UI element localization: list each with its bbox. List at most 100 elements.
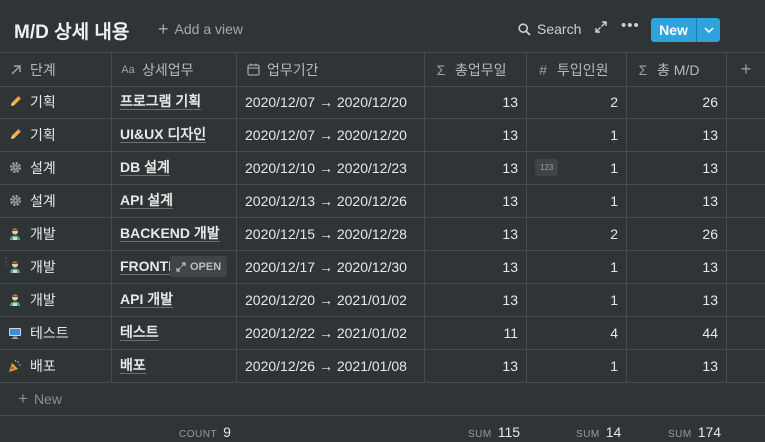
task-cell[interactable]: BACKEND 개발 (112, 217, 237, 250)
table-row[interactable]: 테스트 테스트 2020/12/22 → 2021/01/02 11 4 44 (0, 316, 765, 350)
table-row[interactable]: 개발 BACKEND 개발 2020/12/15 → 2020/12/28 13 2 26 (0, 217, 765, 251)
task-title[interactable]: DB 설계 (120, 159, 170, 176)
period-cell[interactable]: 2020/12/15 → 2020/12/28 (237, 217, 425, 250)
stage-cell[interactable]: 개발 (0, 250, 112, 283)
count-aggregate[interactable]: COUNT 9 (179, 424, 231, 440)
period-cell[interactable]: 2020/12/13 → 2020/12/26 (237, 184, 425, 217)
task-cell[interactable]: UI&UX 디자인 (112, 118, 237, 151)
total-md-cell[interactable]: 13 (627, 283, 727, 316)
column-header-stage[interactable]: 단계 (0, 53, 112, 86)
period-cell[interactable]: 2020/12/17 → 2020/12/30 (237, 250, 425, 283)
total-md-cell[interactable]: 13 (627, 184, 727, 217)
add-view-button[interactable]: + Add a view (158, 20, 243, 38)
period-cell[interactable]: 2020/12/07 → 2020/12/20 (237, 85, 425, 118)
people-cell[interactable]: 2 (527, 217, 627, 250)
period-cell[interactable]: 2020/12/20 → 2021/01/02 (237, 283, 425, 316)
column-header-period[interactable]: 업무기간 (237, 53, 425, 86)
open-row-button[interactable]: OPEN (170, 256, 228, 277)
total-days-cell[interactable]: 11 (425, 316, 527, 349)
total-days-cell[interactable]: 13 (425, 151, 527, 184)
table-row[interactable]: 개발 FRONTI OPEN 2020/12/17 → 2020/12/30 13 1 13 (0, 250, 765, 284)
table-row[interactable]: 기획 UI&UX 디자인 2020/12/07 → 2020/12/20 13 1 13 (0, 118, 765, 152)
total-days-cell[interactable]: 13 (425, 283, 527, 316)
column-header-total-days[interactable]: Σ 총업무일 (425, 53, 527, 86)
table-row[interactable]: 배포 배포 2020/12/26 → 2021/01/08 13 1 13 (0, 349, 765, 383)
total-days-value: 13 (502, 192, 518, 209)
task-title[interactable]: API 설계 (120, 192, 173, 209)
sum-people[interactable]: SUM 14 (576, 424, 621, 440)
total-days-cell[interactable]: 13 (425, 118, 527, 151)
people-cell[interactable]: 4 (527, 316, 627, 349)
task-title[interactable]: API 개발 (120, 291, 173, 308)
total-md-cell[interactable]: 26 (627, 85, 727, 118)
drag-handle-icon[interactable]: ⋮ (1, 258, 11, 268)
arrow-up-right-icon (8, 62, 24, 78)
task-title[interactable]: FRONTI (120, 258, 173, 275)
new-button[interactable]: New (651, 18, 720, 42)
more-options-icon[interactable]: ••• (621, 17, 640, 34)
chevron-down-icon[interactable] (697, 18, 720, 42)
people-cell[interactable]: 1 (527, 349, 627, 382)
task-cell[interactable]: 배포 (112, 349, 237, 382)
people-cell[interactable]: 1 (527, 283, 627, 316)
empty-cell (727, 217, 765, 250)
column-header-people[interactable]: # 투입인원 (527, 53, 627, 86)
period-value: 2020/12/13 → 2020/12/26 (245, 192, 407, 209)
task-title[interactable]: 테스트 (120, 324, 159, 341)
period-cell[interactable]: 2020/12/07 → 2020/12/20 (237, 118, 425, 151)
people-cell[interactable]: 2 (527, 85, 627, 118)
expand-icon[interactable] (594, 20, 608, 34)
add-column-button[interactable]: + (727, 53, 765, 86)
plus-icon: + (18, 389, 28, 408)
count-key: COUNT (179, 429, 218, 440)
stage-cell[interactable]: 개발 (0, 283, 112, 316)
stage-cell[interactable]: 배포 (0, 349, 112, 382)
people-cell[interactable]: 1 (527, 118, 627, 151)
people-cell[interactable]: 1 (527, 250, 627, 283)
task-title[interactable]: 프로그램 기획 (120, 93, 202, 110)
stage-cell[interactable]: 설계 (0, 184, 112, 217)
table-row[interactable]: 기획 프로그램 기획 2020/12/07 → 2020/12/20 13 2 26 (0, 85, 765, 119)
people-cell[interactable]: 1 (527, 184, 627, 217)
stage-cell[interactable]: 개발 (0, 217, 112, 250)
search-button[interactable]: Search (518, 21, 581, 37)
table-row[interactable]: 설계 API 설계 2020/12/13 → 2020/12/26 13 1 13 (0, 184, 765, 218)
task-cell[interactable]: API 설계 (112, 184, 237, 217)
stage-cell[interactable]: 설계 (0, 151, 112, 184)
stage-cell[interactable]: 기획 (0, 118, 112, 151)
column-header-total-md[interactable]: Σ 총 M/D (627, 53, 727, 86)
total-days-cell[interactable]: 13 (425, 349, 527, 382)
sum-total-days[interactable]: SUM 115 (468, 424, 520, 440)
empty-cell (727, 316, 765, 349)
stage-cell[interactable]: 테스트 (0, 316, 112, 349)
total-days-cell[interactable]: 13 (425, 250, 527, 283)
table-row[interactable]: 개발 API 개발 2020/12/20 → 2021/01/02 13 1 13 (0, 283, 765, 317)
new-row-button[interactable]: + New (0, 383, 765, 416)
total-md-cell[interactable]: 13 (627, 250, 727, 283)
total-md-cell[interactable]: 13 (627, 151, 727, 184)
table-row[interactable]: 설계 DB 설계 2020/12/10 → 2020/12/23 13 1 123 13 (0, 151, 765, 185)
task-title[interactable]: 배포 (120, 357, 146, 374)
task-cell[interactable]: 테스트 (112, 316, 237, 349)
total-md-cell[interactable]: 13 (627, 349, 727, 382)
column-header-task[interactable]: Aa 상세업무 (112, 53, 237, 86)
total-md-value: 13 (702, 159, 718, 176)
task-title[interactable]: BACKEND 개발 (120, 225, 220, 242)
task-cell[interactable]: 프로그램 기획 (112, 85, 237, 118)
number-format-badge[interactable]: 123 (535, 159, 559, 176)
total-md-cell[interactable]: 44 (627, 316, 727, 349)
period-cell[interactable]: 2020/12/22 → 2021/01/02 (237, 316, 425, 349)
total-days-cell[interactable]: 13 (425, 217, 527, 250)
total-days-cell[interactable]: 13 (425, 184, 527, 217)
stage-cell[interactable]: 기획 (0, 85, 112, 118)
sum-total-md[interactable]: SUM 174 (668, 424, 721, 440)
total-md-cell[interactable]: 26 (627, 217, 727, 250)
period-cell[interactable]: 2020/12/10 → 2020/12/23 (237, 151, 425, 184)
task-cell[interactable]: API 개발 (112, 283, 237, 316)
period-cell[interactable]: 2020/12/26 → 2021/01/08 (237, 349, 425, 382)
task-title[interactable]: UI&UX 디자인 (120, 126, 207, 143)
total-days-cell[interactable]: 13 (425, 85, 527, 118)
task-cell[interactable]: DB 설계 (112, 151, 237, 184)
column-header-label: 업무기간 (267, 61, 319, 78)
total-md-cell[interactable]: 13 (627, 118, 727, 151)
